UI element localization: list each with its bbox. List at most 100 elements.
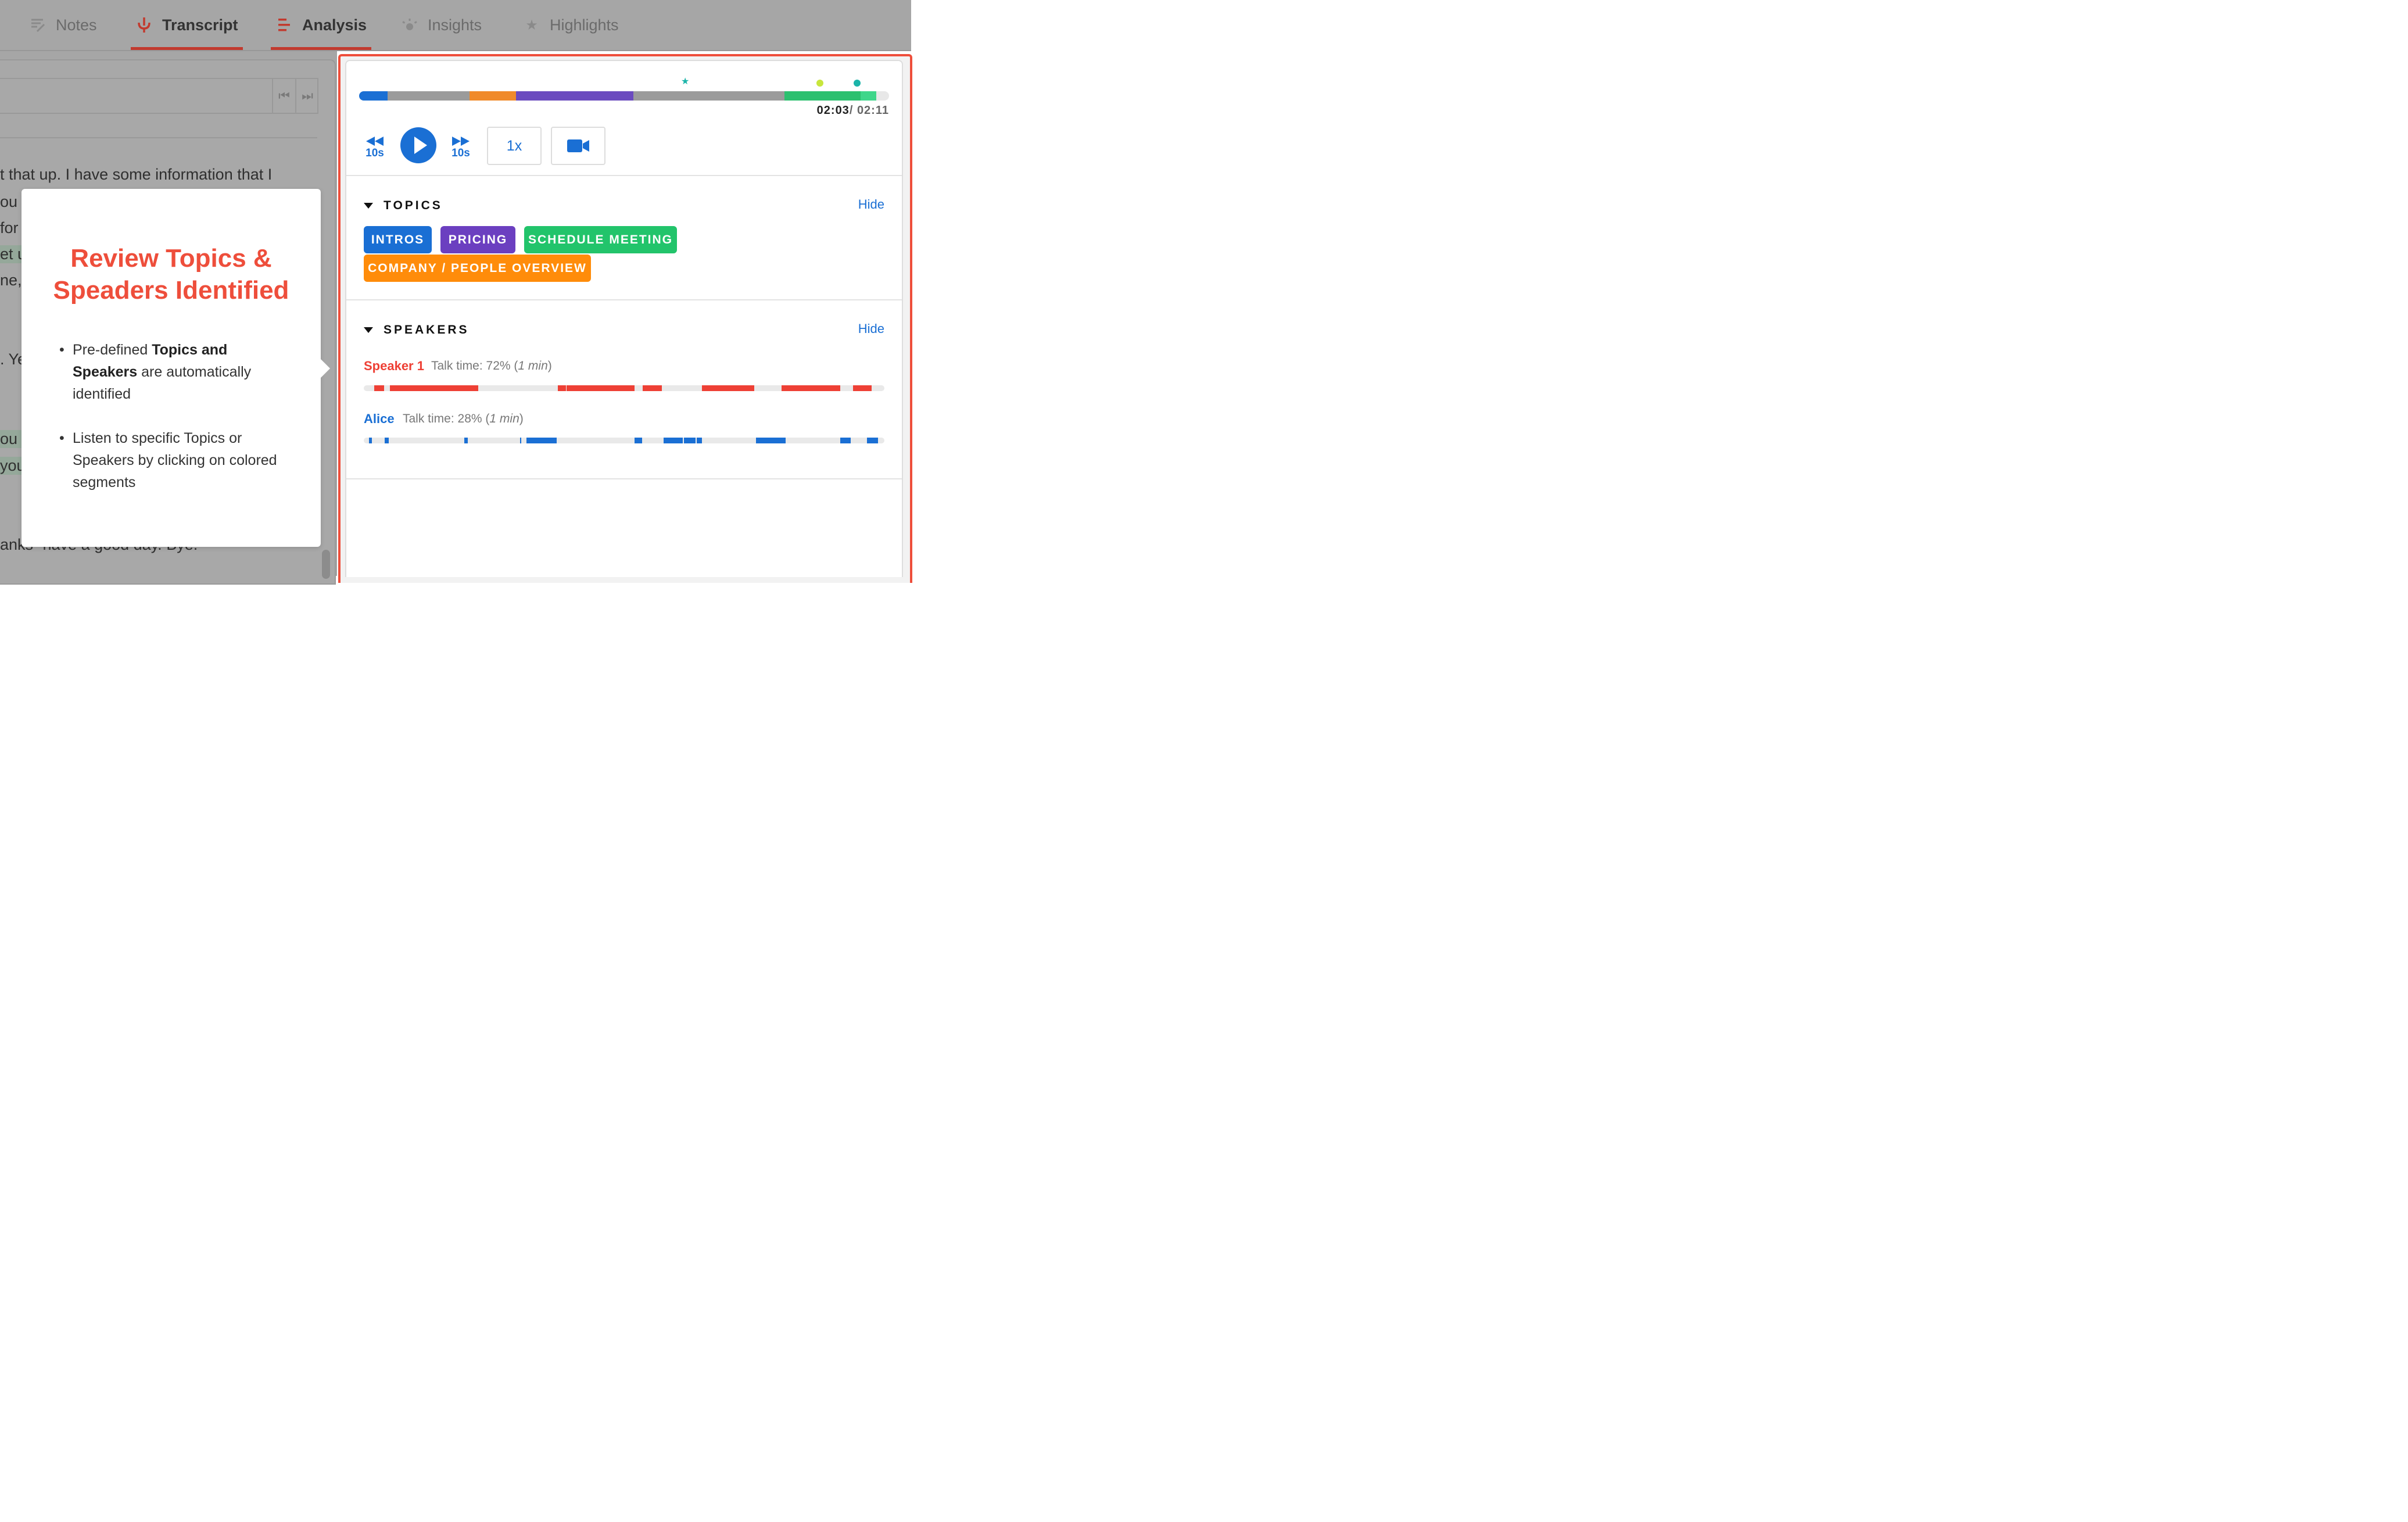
tab-analysis-label: Analysis — [302, 16, 367, 34]
rewind-label: 10s — [365, 147, 384, 159]
topic-chip-schedule-meeting[interactable]: SCHEDULE MEETING — [524, 226, 677, 253]
forward-label: 10s — [451, 147, 470, 159]
speaker-segment[interactable] — [464, 438, 468, 443]
tab-notes[interactable]: Notes — [29, 0, 97, 50]
next-result-icon[interactable]: ⏭ — [295, 79, 318, 113]
timeline-segment[interactable] — [515, 91, 634, 101]
popup-bullet: Listen to specific Topics or Speakers by… — [58, 427, 290, 493]
topics-hide-link[interactable]: Hide — [858, 197, 884, 212]
speaker-1-talk-time: Talk time: 72% (1 min) — [431, 359, 552, 373]
speed-label: 1x — [506, 137, 522, 154]
popup-title: Review Topics & Speaders Identified — [53, 244, 289, 305]
onboarding-popup: Review Topics & Speaders Identified Pre-… — [21, 189, 321, 547]
topic-chip-intros[interactable]: INTROS — [364, 226, 432, 253]
timeline-segment[interactable] — [633, 91, 785, 101]
speaker-segment[interactable] — [384, 438, 389, 443]
speaker-segment[interactable] — [702, 385, 754, 391]
speaker-alice-track[interactable] — [364, 438, 884, 443]
tab-transcript-label: Transcript — [162, 16, 238, 34]
speaker-segment[interactable] — [664, 438, 683, 443]
time-readout: 02:03/ 02:11 — [800, 104, 889, 117]
bullet-text: Pre-defined — [73, 342, 152, 358]
timeline-segment[interactable] — [388, 91, 470, 101]
timeline-segment[interactable] — [359, 91, 388, 101]
transcript-line[interactable]: ou — [0, 193, 17, 211]
talk-time-duration: 1 min — [489, 412, 519, 425]
video-button[interactable] — [551, 127, 605, 165]
prev-result-icon[interactable]: ⏮ — [272, 79, 295, 113]
fast-forward-icon — [452, 137, 470, 146]
topics-header[interactable]: TOPICS — [364, 199, 443, 213]
app-root: Notes Transcript Analysis Insights ★ Hig… — [0, 0, 912, 585]
total-time: 02:11 — [857, 104, 889, 117]
speaker-segment[interactable] — [755, 438, 786, 443]
speakers-hide-link[interactable]: Hide — [858, 321, 884, 336]
speaker-segment[interactable] — [782, 385, 840, 391]
timeline-segment[interactable] — [860, 91, 877, 101]
star-icon: ★ — [525, 17, 538, 33]
rewind-10s-button[interactable]: 10s — [365, 135, 385, 160]
topics-title: TOPICS — [384, 199, 443, 212]
speaker-1-track[interactable] — [364, 385, 884, 391]
popup-pointer — [317, 356, 330, 381]
speaker-segment[interactable] — [567, 385, 635, 391]
marker-star-icon[interactable]: ★ — [681, 77, 689, 87]
transcript-scrollbar[interactable] — [322, 550, 330, 579]
transcript-line[interactable]: ne, — [0, 271, 22, 289]
notes-icon — [29, 16, 46, 34]
lightbulb-icon — [401, 16, 418, 34]
speaker-segment[interactable] — [697, 438, 703, 443]
analysis-panel: ★ 02:03/ 02:11 10s 10s 1x TOPICS Hide IN… — [345, 60, 903, 577]
speaker-alice-talk-time: Talk time: 28% (1 min) — [403, 412, 524, 426]
tab-highlights-label: Highlights — [550, 16, 619, 34]
time-separator: / — [849, 104, 857, 117]
tab-bar: Notes Transcript Analysis Insights ★ Hig… — [0, 0, 911, 51]
topic-chip-company-overview[interactable]: COMPANY / PEOPLE OVERVIEW — [364, 255, 591, 282]
speaker-segment[interactable] — [374, 385, 384, 391]
speaker-segment[interactable] — [684, 438, 696, 443]
analysis-list-icon — [275, 16, 293, 34]
collapse-triangle-icon — [364, 327, 373, 333]
topic-chip-pricing[interactable]: PRICING — [440, 226, 515, 253]
tab-highlights[interactable]: ★ Highlights — [523, 0, 619, 50]
speaker-segment[interactable] — [643, 385, 662, 391]
playback-timeline[interactable] — [359, 91, 889, 101]
speaker-segment[interactable] — [853, 385, 872, 391]
speaker-alice-name[interactable]: Alice — [364, 411, 395, 427]
timeline-segment[interactable] — [784, 91, 861, 101]
play-button[interactable] — [400, 127, 436, 163]
talk-time-text: ) — [547, 359, 552, 373]
speaker-1-name[interactable]: Speaker 1 — [364, 359, 424, 374]
talk-time-duration: 1 min — [518, 359, 548, 373]
section-divider — [346, 299, 902, 300]
talk-time-text: Talk time: 72% ( — [431, 359, 518, 373]
speaker-segment[interactable] — [519, 438, 522, 443]
tab-insights[interactable]: Insights — [401, 0, 482, 50]
play-icon — [414, 137, 427, 154]
speakers-header[interactable]: SPEAKERS — [364, 323, 470, 337]
transcript-line[interactable]: t that up. I have some information that … — [0, 166, 272, 184]
popup-bullet: Pre-defined Topics and Speakers are auto… — [58, 339, 290, 405]
forward-10s-button[interactable]: 10s — [451, 135, 471, 160]
tab-analysis[interactable]: Analysis — [270, 0, 372, 50]
marker-dot-icon[interactable] — [816, 80, 823, 87]
transcript-search-bar[interactable]: ⏮ ⏭ — [0, 78, 318, 114]
current-time: 02:03 — [816, 104, 850, 117]
divider — [0, 137, 317, 138]
transcript-line[interactable]: for — [0, 219, 19, 237]
speaker-segment[interactable] — [840, 438, 851, 443]
tab-insights-label: Insights — [428, 16, 482, 34]
marker-dot-icon[interactable] — [854, 80, 861, 87]
rewind-icon — [366, 137, 384, 146]
tab-transcript[interactable]: Transcript — [131, 0, 243, 50]
speaker-segment[interactable] — [558, 385, 566, 391]
speaker-segment[interactable] — [867, 438, 879, 443]
speaker-segment[interactable] — [634, 438, 643, 443]
speaker-segment[interactable] — [368, 438, 372, 443]
talk-time-text: ) — [519, 412, 524, 425]
speaker-segment[interactable] — [526, 438, 557, 443]
talk-time-text: Talk time: 28% ( — [403, 412, 490, 425]
timeline-segment[interactable] — [469, 91, 516, 101]
speaker-segment[interactable] — [389, 385, 479, 391]
speed-button[interactable]: 1x — [487, 127, 542, 165]
